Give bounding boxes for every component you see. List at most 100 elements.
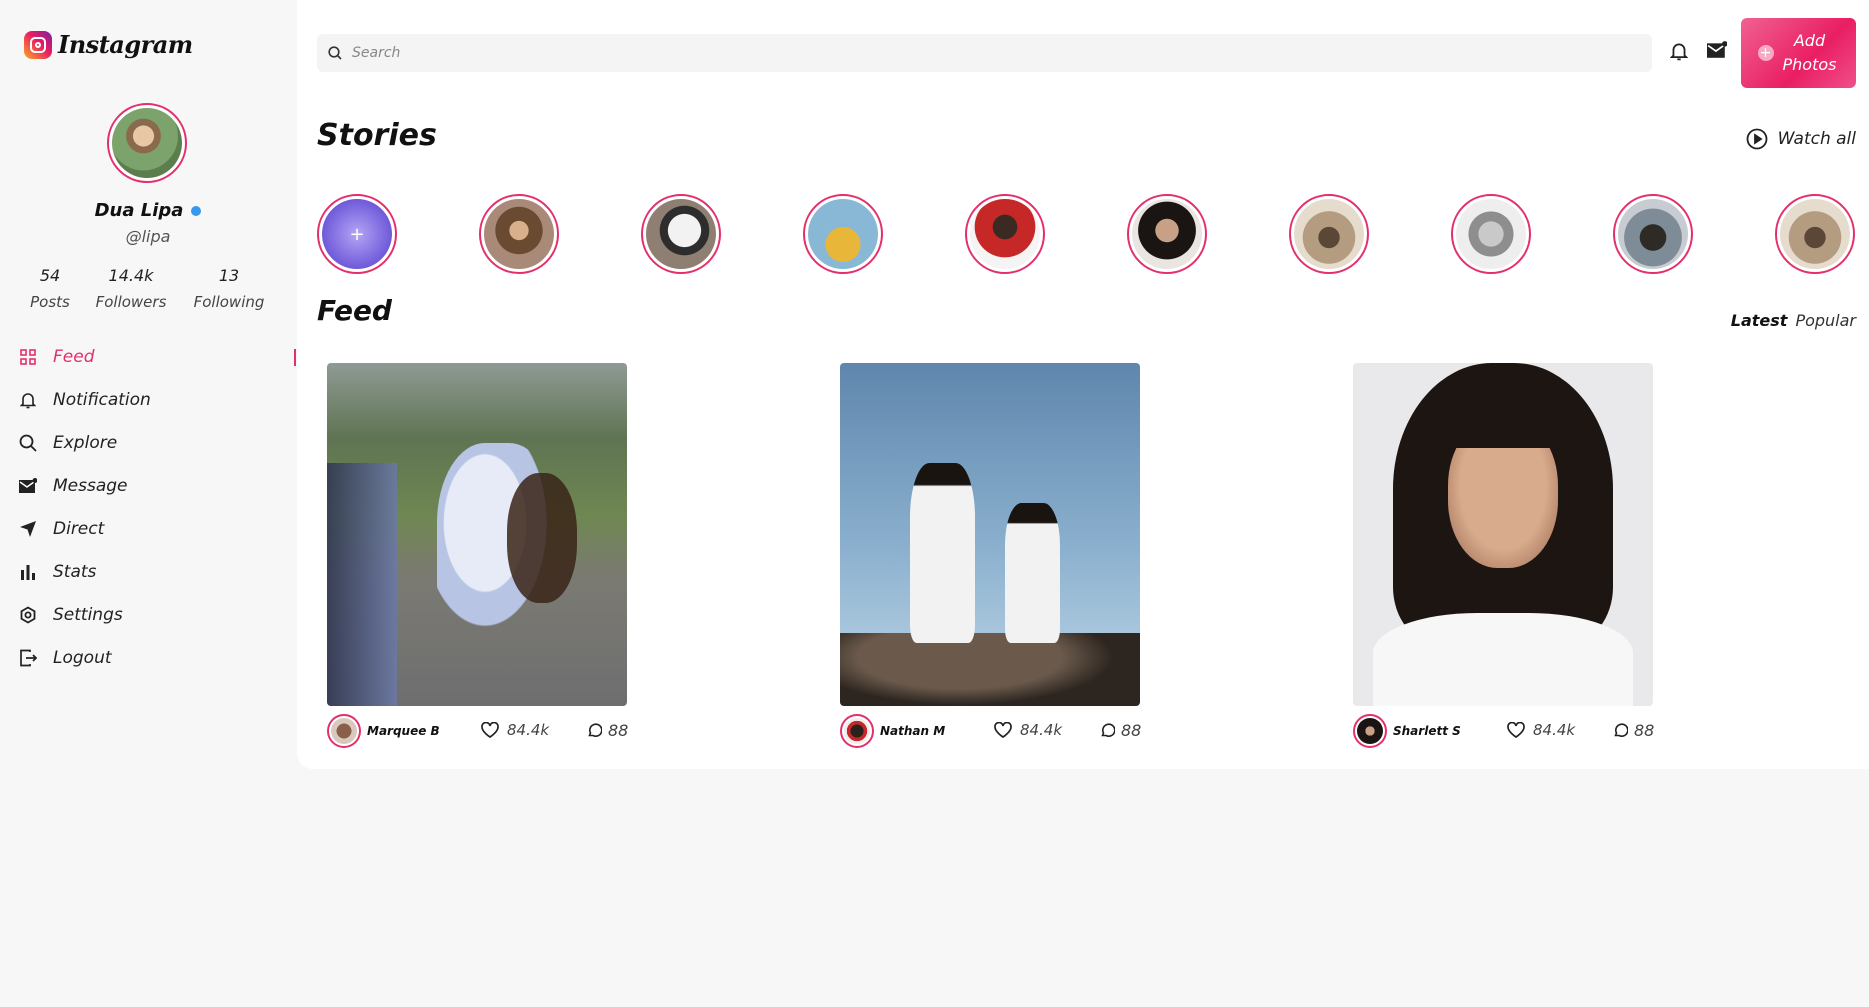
- search-bar[interactable]: [317, 34, 1652, 72]
- profile-name-row: Dua Lipa: [0, 200, 296, 221]
- stat-following-label: Following: [193, 293, 265, 311]
- author-avatar[interactable]: [327, 714, 361, 748]
- comment-count: 88: [1634, 721, 1655, 740]
- settings-icon: [18, 605, 38, 625]
- comment-count: 88: [608, 721, 629, 740]
- watch-all-button[interactable]: Watch all: [1746, 128, 1856, 150]
- profile-avatar[interactable]: [107, 103, 187, 183]
- comment-button[interactable]: 88: [1100, 721, 1141, 740]
- sidebar-item-label: Explore: [53, 433, 118, 453]
- stat-following[interactable]: 13 Following: [174, 266, 284, 311]
- tab-latest[interactable]: Latest: [1731, 311, 1788, 330]
- sidebar-item-explore[interactable]: Explore: [18, 428, 296, 458]
- post-meta: Sharlett S 84.4k 88: [1353, 714, 1654, 748]
- logout-icon: [18, 648, 38, 668]
- story-avatar[interactable]: [1451, 194, 1531, 274]
- author-avatar[interactable]: [1353, 714, 1387, 748]
- sidebar: Instagram Dua Lipa @lipa 54 Posts 14.4k …: [0, 0, 296, 1007]
- post-photo[interactable]: [327, 363, 627, 706]
- post-author[interactable]: Marquee B: [367, 724, 440, 738]
- notification-bell-icon[interactable]: [1669, 41, 1689, 65]
- story-avatar[interactable]: [1775, 194, 1855, 274]
- tab-popular[interactable]: Popular: [1795, 311, 1856, 330]
- like-count: 84.4k: [1020, 721, 1063, 739]
- sidebar-item-direct[interactable]: Direct: [18, 514, 296, 544]
- stories-title: Stories: [317, 118, 437, 153]
- comment-icon: [1614, 723, 1628, 737]
- sidebar-item-label: Stats: [53, 562, 97, 582]
- comment-icon: [588, 723, 602, 737]
- sidebar-item-settings[interactable]: Settings: [18, 600, 296, 630]
- watch-all-label: Watch all: [1777, 129, 1856, 149]
- search-icon: [328, 45, 344, 61]
- like-count: 84.4k: [507, 721, 550, 739]
- story-avatar[interactable]: [1613, 194, 1693, 274]
- stat-followers[interactable]: 14.4k Followers: [76, 266, 186, 311]
- send-icon: [18, 519, 38, 539]
- post-meta: Nathan M 84.4k 88: [840, 714, 1141, 748]
- active-indicator: [294, 349, 296, 366]
- sidebar-item-label: Logout: [53, 648, 112, 668]
- sidebar-item-logout[interactable]: Logout: [18, 643, 296, 673]
- feed-post: Nathan M 84.4k 88: [840, 363, 1141, 748]
- main-panel: + Add Photos Stories Watch all + Feed La…: [297, 0, 1869, 769]
- plus-icon: +: [322, 199, 392, 269]
- add-photos-label: Add Photos: [1782, 31, 1837, 74]
- heart-icon: [994, 722, 1012, 738]
- author-avatar[interactable]: [840, 714, 874, 748]
- like-button[interactable]: 84.4k: [994, 721, 1062, 739]
- sidebar-item-notification[interactable]: Notification: [18, 385, 296, 415]
- add-photos-button[interactable]: + Add Photos: [1741, 18, 1856, 88]
- play-circle-icon: [1746, 128, 1768, 150]
- story-avatar[interactable]: [965, 194, 1045, 274]
- story-avatar[interactable]: [803, 194, 883, 274]
- like-button[interactable]: 84.4k: [1507, 721, 1575, 739]
- add-story-button[interactable]: +: [317, 194, 397, 274]
- post-author[interactable]: Nathan M: [880, 724, 945, 738]
- feed-tabs: Latest Popular: [1731, 311, 1856, 330]
- post-photo[interactable]: [840, 363, 1140, 706]
- profile-handle: @lipa: [125, 227, 171, 246]
- comment-count: 88: [1121, 721, 1142, 740]
- instagram-logo-icon: [24, 30, 52, 59]
- comment-button[interactable]: 88: [1613, 721, 1654, 740]
- mail-icon: [18, 476, 38, 496]
- messages-mail-icon[interactable]: [1707, 41, 1728, 63]
- like-button[interactable]: 84.4k: [481, 721, 549, 739]
- profile-name: Dua Lipa: [94, 200, 184, 221]
- story-avatar[interactable]: [641, 194, 721, 274]
- sidebar-item-label: Direct: [53, 519, 105, 539]
- sidebar-item-label: Notification: [53, 390, 151, 410]
- search-input[interactable]: [350, 44, 1634, 62]
- story-avatar[interactable]: [1127, 194, 1207, 274]
- feed-title: Feed: [317, 294, 392, 327]
- sidebar-item-message[interactable]: Message: [18, 471, 296, 501]
- bell-icon: [18, 390, 38, 410]
- sidebar-item-feed[interactable]: Feed: [18, 342, 296, 372]
- bar-chart-icon: [18, 562, 38, 582]
- heart-icon: [1507, 722, 1525, 738]
- feed-post: Marquee B 84.4k 88: [327, 363, 628, 748]
- sidebar-item-label: Feed: [53, 347, 95, 367]
- post-meta: Marquee B 84.4k 88: [327, 714, 628, 748]
- feed-post: Sharlett S 84.4k 88: [1353, 363, 1654, 748]
- sidebar-item-label: Settings: [53, 605, 123, 625]
- stat-followers-value: 14.4k: [108, 266, 154, 285]
- comment-button[interactable]: 88: [587, 721, 628, 740]
- story-avatar[interactable]: [479, 194, 559, 274]
- comment-icon: [1101, 723, 1115, 737]
- heart-icon: [481, 722, 499, 738]
- story-avatar[interactable]: [1289, 194, 1369, 274]
- post-author[interactable]: Sharlett S: [1393, 724, 1461, 738]
- search-icon: [18, 433, 38, 453]
- grid-icon: [18, 347, 38, 367]
- plus-circle-icon: +: [1757, 45, 1774, 61]
- sidebar-item-stats[interactable]: Stats: [18, 557, 296, 587]
- like-count: 84.4k: [1533, 721, 1576, 739]
- sidebar-item-label: Message: [53, 476, 128, 496]
- verified-badge-icon: [191, 206, 202, 216]
- app-name: Instagram: [58, 30, 193, 59]
- stat-followers-label: Followers: [95, 293, 167, 311]
- post-photo[interactable]: [1353, 363, 1653, 706]
- instagram-logo[interactable]: Instagram: [24, 30, 193, 59]
